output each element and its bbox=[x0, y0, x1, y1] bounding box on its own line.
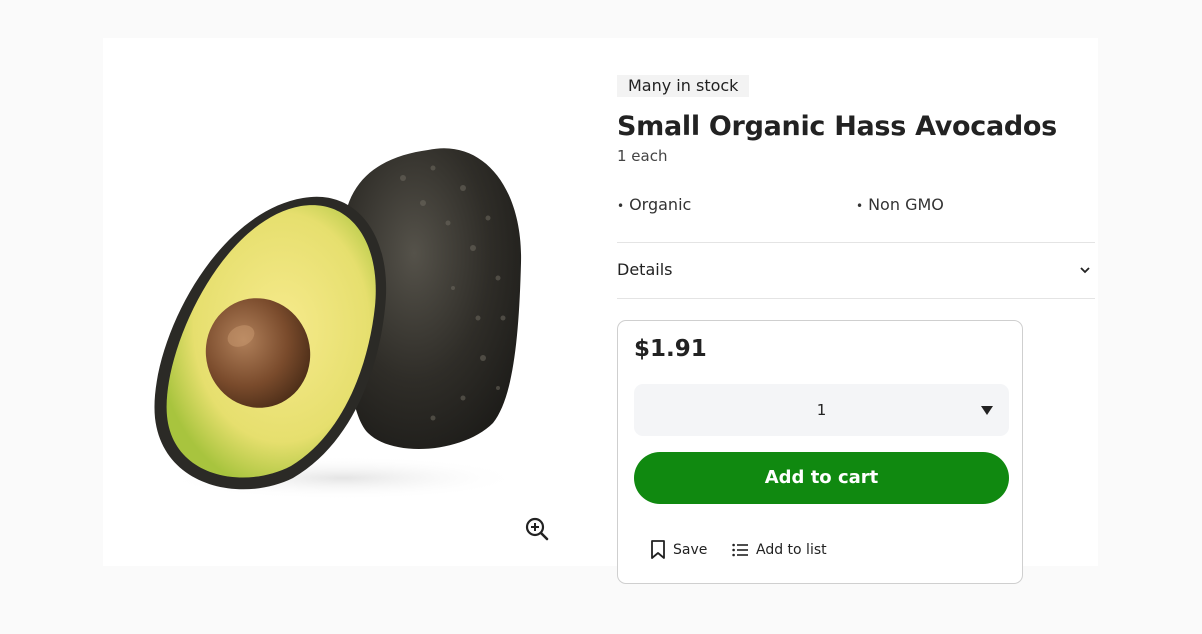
details-accordion[interactable]: Details bbox=[617, 243, 1095, 298]
attribute-organic: • Organic bbox=[617, 195, 691, 214]
add-to-list-button[interactable]: Add to list bbox=[732, 539, 827, 561]
add-to-list-label: Add to list bbox=[756, 542, 827, 558]
stock-badge: Many in stock bbox=[617, 75, 750, 97]
details-label: Details bbox=[617, 260, 673, 279]
product-size: 1 each bbox=[617, 147, 668, 165]
zoom-in-button[interactable] bbox=[523, 515, 551, 543]
list-icon bbox=[732, 543, 748, 557]
avocado-image bbox=[154, 148, 523, 500]
attribute-label: Non GMO bbox=[868, 195, 944, 214]
product-title: Small Organic Hass Avocados bbox=[617, 111, 1057, 142]
zoom-in-icon bbox=[525, 517, 549, 541]
attribute-non-gmo: • Non GMO bbox=[856, 195, 944, 214]
divider bbox=[617, 298, 1095, 299]
bullet: • bbox=[617, 199, 625, 213]
quantity-select[interactable]: 1 bbox=[634, 384, 1009, 436]
price: $1.91 bbox=[634, 336, 707, 362]
bookmark-icon bbox=[651, 540, 665, 559]
save-button[interactable]: Save bbox=[650, 539, 707, 561]
add-to-cart-button[interactable]: Add to cart bbox=[634, 452, 1009, 504]
caret-down-icon bbox=[981, 406, 993, 415]
purchase-box: $1.91 1 Add to cart Save Add to list bbox=[617, 320, 1023, 584]
product-image bbox=[103, 38, 573, 566]
save-label: Save bbox=[673, 542, 708, 558]
attribute-label: Organic bbox=[629, 195, 692, 214]
quantity-value: 1 bbox=[816, 401, 827, 419]
bullet: • bbox=[856, 199, 864, 213]
chevron-down-icon bbox=[1080, 267, 1090, 274]
